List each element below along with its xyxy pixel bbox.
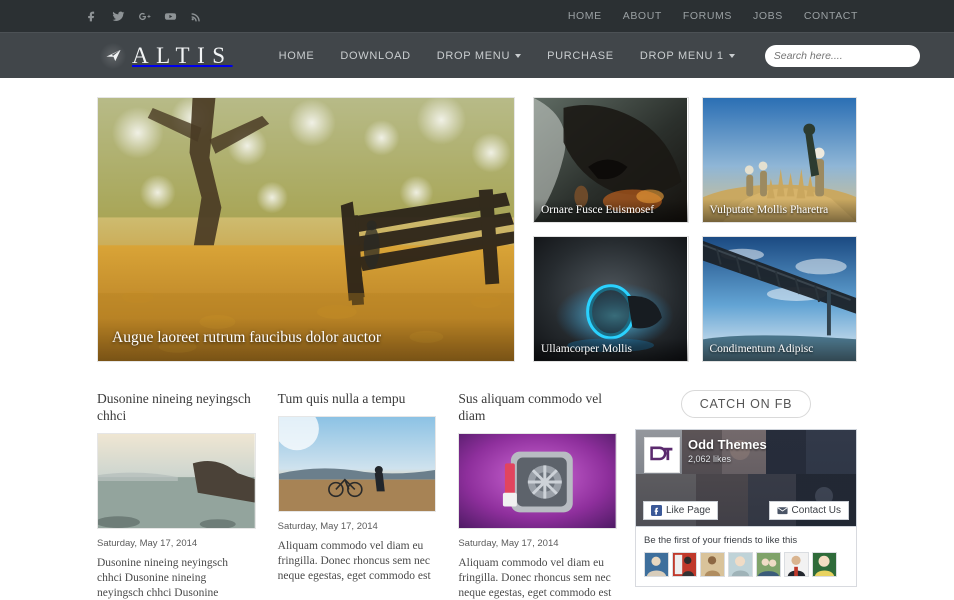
- post-title[interactable]: Tum quis nulla a tempu: [278, 390, 437, 407]
- facebook-page-name: Odd Themes: [688, 437, 767, 452]
- post-thumbnail[interactable]: [97, 433, 256, 529]
- featured-row: Augue laoreet rutrum faucibus dolor auct…: [97, 97, 857, 362]
- thumb-caption: Vulputate Mollis Pharetra: [703, 199, 857, 222]
- purple-safe-vault-image: [459, 434, 616, 528]
- menu-item-label: PURCHASE: [547, 50, 614, 62]
- envelope-icon: [777, 505, 788, 516]
- facebook-page-header: Odd Themes 2,062 likes: [644, 437, 767, 473]
- top-nav-item-0[interactable]: HOME: [568, 10, 602, 22]
- menu-item-purchase[interactable]: PURCHASE: [547, 50, 614, 62]
- avatar[interactable]: [812, 552, 837, 577]
- post-title[interactable]: Dusonine nineing neyingsch chhci: [97, 390, 256, 424]
- facebook-like-count: 2,062 likes: [688, 454, 767, 464]
- thumb-caption: Ullamcorper Mollis: [534, 338, 688, 361]
- post-excerpt: Aliquam commodo vel diam eu fringilla. D…: [458, 556, 617, 600]
- search-box[interactable]: [765, 45, 920, 67]
- post-thumbnail[interactable]: [278, 416, 437, 512]
- main-navbar: ALTIS HOME DOWNLOAD DROP MENU PURCHASE D…: [0, 32, 954, 78]
- post-excerpt: Aliquam commodo vel diam eu fringilla. D…: [278, 539, 437, 584]
- menu-item-download[interactable]: DOWNLOAD: [340, 50, 410, 62]
- top-nav-item-4[interactable]: CONTACT: [804, 10, 858, 22]
- avatar[interactable]: [644, 552, 669, 577]
- top-nav-item-2[interactable]: FORUMS: [683, 10, 732, 22]
- site-logo[interactable]: ALTIS: [100, 43, 233, 69]
- menu-item-label: DOWNLOAD: [340, 50, 410, 62]
- paper-plane-icon: [100, 43, 126, 69]
- search-input[interactable]: [774, 50, 911, 62]
- avatar[interactable]: [728, 552, 753, 577]
- contact-us-button[interactable]: Contact Us: [769, 501, 849, 520]
- site-logo-text: ALTIS: [132, 43, 233, 69]
- featured-slider[interactable]: Augue laoreet rutrum faucibus dolor auct…: [97, 97, 515, 362]
- post-item: Sus aliquam commodo vel diam: [458, 390, 617, 600]
- slider-caption: Augue laoreet rutrum faucibus dolor auct…: [98, 318, 514, 361]
- avatar[interactable]: [784, 552, 809, 577]
- menu-item-label: HOME: [279, 50, 315, 62]
- avatar[interactable]: [672, 552, 697, 577]
- menu-item-drop-menu[interactable]: DROP MENU: [437, 50, 521, 62]
- avatar[interactable]: [700, 552, 725, 577]
- post-date: Saturday, May 17, 2014: [97, 538, 256, 549]
- google-plus-icon[interactable]: [138, 9, 151, 24]
- twitter-icon[interactable]: [112, 9, 125, 24]
- top-nav: HOME ABOUT FORUMS JOBS CONTACT: [568, 10, 858, 22]
- chevron-down-icon: [729, 54, 735, 58]
- top-nav-item-3[interactable]: JOBS: [753, 10, 783, 22]
- top-bar: HOME ABOUT FORUMS JOBS CONTACT: [0, 0, 954, 32]
- widget-header: CATCH ON FB: [635, 390, 857, 418]
- menu-item-drop-menu-1[interactable]: DROP MENU 1: [640, 50, 735, 62]
- menu-item-label: DROP MENU: [437, 50, 510, 62]
- menu-item-home[interactable]: HOME: [279, 50, 315, 62]
- post-list: Dusonine nineing neyingsch chhci: [97, 390, 617, 600]
- post-item: Tum quis nulla a tempu: [278, 390, 437, 600]
- post-excerpt: Dusonine nineing neyingsch chhci Dusonin…: [97, 556, 256, 600]
- rss-icon[interactable]: [190, 9, 203, 24]
- featured-thumb-0[interactable]: Ornare Fusce Euismosef: [533, 97, 689, 223]
- top-nav-item-1[interactable]: ABOUT: [623, 10, 662, 22]
- widget-title: CATCH ON FB: [681, 390, 812, 418]
- page-body: Augue laoreet rutrum faucibus dolor auct…: [0, 78, 954, 600]
- lower-row: Dusonine nineing neyingsch chhci: [97, 390, 857, 600]
- featured-thumb-2[interactable]: Ullamcorper Mollis: [533, 236, 689, 362]
- post-title[interactable]: Sus aliquam commodo vel diam: [458, 390, 617, 424]
- facebook-page-widget[interactable]: Odd Themes 2,062 likes Like Page Contact…: [635, 429, 857, 527]
- like-page-button[interactable]: Like Page: [643, 501, 718, 520]
- post-date: Saturday, May 17, 2014: [458, 538, 617, 549]
- content-container: Augue laoreet rutrum faucibus dolor auct…: [97, 97, 857, 600]
- thumb-caption: Ornare Fusce Euismosef: [534, 199, 688, 222]
- featured-thumb-grid: Ornare Fusce Euismosef: [533, 97, 857, 362]
- social-links: [86, 9, 203, 24]
- friends-label: Be the first of your friends to like thi…: [644, 535, 848, 546]
- main-menu: HOME DOWNLOAD DROP MENU PURCHASE DROP ME…: [279, 50, 735, 62]
- avatar[interactable]: [756, 552, 781, 577]
- contact-us-label: Contact Us: [792, 505, 841, 516]
- like-page-label: Like Page: [666, 505, 710, 516]
- post-thumbnail[interactable]: [458, 433, 617, 529]
- facebook-friends-strip: Be the first of your friends to like thi…: [635, 527, 857, 587]
- post-date: Saturday, May 17, 2014: [278, 521, 437, 532]
- facebook-icon[interactable]: [86, 9, 99, 24]
- sidebar: CATCH ON FB: [635, 390, 857, 600]
- chevron-down-icon: [515, 54, 521, 58]
- odd-themes-logo-icon: [644, 437, 680, 473]
- friend-avatars: [644, 552, 848, 577]
- youtube-icon[interactable]: [164, 9, 177, 24]
- featured-thumb-3[interactable]: Condimentum Adipisc: [702, 236, 858, 362]
- sea-coast-image: [98, 434, 255, 528]
- beach-bicycle-sunset-image: [279, 417, 436, 511]
- featured-thumb-1[interactable]: Vulputate Mollis Pharetra: [702, 97, 858, 223]
- facebook-icon: [651, 505, 662, 516]
- thumb-caption: Condimentum Adipisc: [703, 338, 857, 361]
- menu-item-label: DROP MENU 1: [640, 50, 724, 62]
- post-item: Dusonine nineing neyingsch chhci: [97, 390, 256, 600]
